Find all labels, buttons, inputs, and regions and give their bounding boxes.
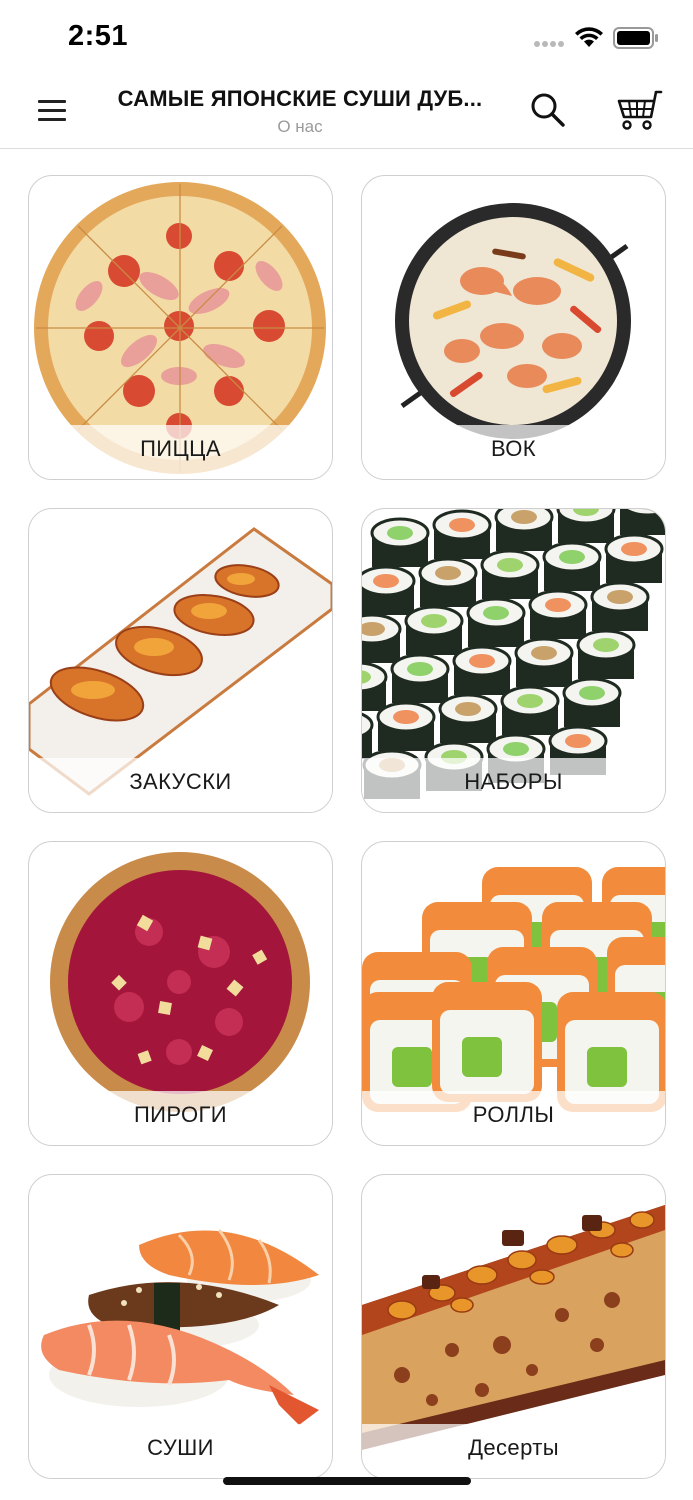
category-label: ПИЦЦА [29, 425, 332, 479]
header-title-block: САМЫЕ ЯПОНСКИЕ СУШИ ДУБ... О нас [100, 86, 500, 137]
category-label: Десерты [362, 1424, 665, 1478]
category-label: РОЛЛЫ [362, 1091, 665, 1145]
page-title: САМЫЕ ЯПОНСКИЕ СУШИ ДУБ... [117, 86, 483, 111]
category-label: ПИРОГИ [29, 1091, 332, 1145]
category-card-snacks[interactable]: ЗАКУСКИ [28, 508, 333, 813]
signal-icon [534, 41, 566, 47]
app-header: САМЫЕ ЯПОНСКИЕ СУШИ ДУБ... О нас [0, 72, 693, 149]
category-label: ЗАКУСКИ [29, 758, 332, 812]
category-card-wok[interactable]: ВОК [361, 175, 666, 480]
wifi-icon [575, 27, 603, 47]
category-card-rolls[interactable]: РОЛЛЫ [361, 841, 666, 1146]
category-card-pizza[interactable]: ПИЦЦА [28, 175, 333, 480]
menu-icon[interactable] [34, 96, 70, 126]
category-card-pies[interactable]: ПИРОГИ [28, 841, 333, 1146]
status-time: 2:51 [68, 20, 129, 52]
category-card-desserts[interactable]: Десерты [361, 1174, 666, 1479]
about-link[interactable]: О нас [100, 117, 500, 137]
status-bar: 2:51 [0, 0, 693, 72]
category-card-sets[interactable]: НАБОРЫ [361, 508, 666, 813]
category-label: НАБОРЫ [362, 758, 665, 812]
home-indicator [223, 1477, 471, 1485]
search-icon[interactable] [528, 90, 568, 130]
battery-icon [613, 27, 658, 49]
category-card-sushi[interactable]: СУШИ [28, 1174, 333, 1479]
cart-icon[interactable] [614, 88, 664, 132]
category-label: СУШИ [29, 1424, 332, 1478]
category-label: ВОК [362, 425, 665, 479]
